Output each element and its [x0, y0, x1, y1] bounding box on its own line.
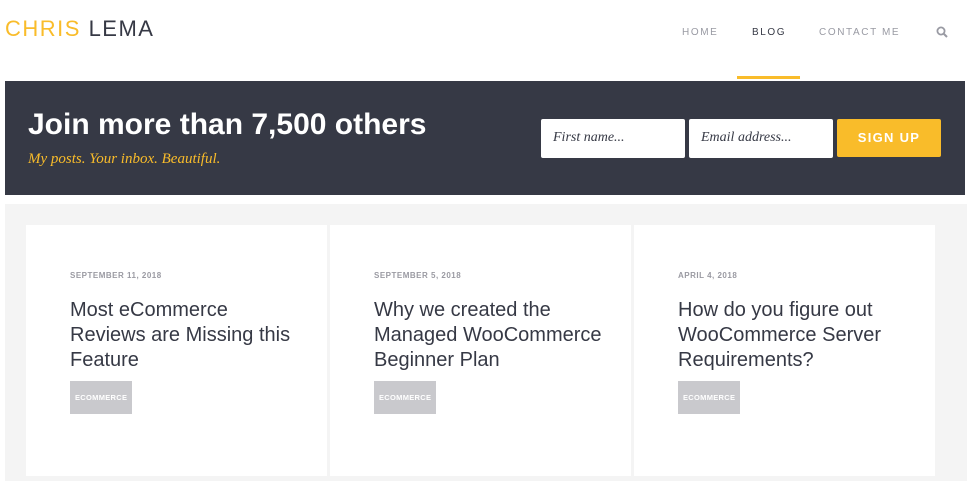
banner-title: Join more than 7,500 others — [28, 108, 427, 141]
post-card[interactable]: APRIL 4, 2018 How do you figure out WooC… — [634, 225, 935, 476]
nav-blog[interactable]: BLOG — [752, 27, 786, 38]
logo-last: LEMA — [80, 16, 155, 41]
nav-contact[interactable]: CONTACT ME — [819, 27, 900, 38]
active-nav-indicator — [737, 76, 800, 79]
signup-button[interactable]: SIGN UP — [837, 119, 941, 157]
post-date: SEPTEMBER 11, 2018 — [70, 271, 162, 280]
banner-subtitle: My posts. Your inbox. Beautiful. — [28, 151, 221, 167]
post-date: SEPTEMBER 5, 2018 — [374, 271, 462, 280]
email-input[interactable]: Email address... — [689, 119, 833, 158]
newsletter-banner: Join more than 7,500 others My posts. Yo… — [5, 81, 965, 195]
post-tag[interactable]: ECOMMERCE — [678, 381, 741, 414]
post-card[interactable]: SEPTEMBER 11, 2018 Most eCommerce Review… — [26, 225, 327, 476]
post-tag[interactable]: ECOMMERCE — [70, 381, 133, 414]
logo-first: CHRIS — [5, 16, 81, 41]
post-title[interactable]: Why we created the Managed WooCommerce B… — [374, 298, 604, 373]
post-title[interactable]: How do you figure out WooCommerce Server… — [678, 298, 908, 373]
site-logo[interactable]: CHRIS LEMA — [5, 16, 154, 42]
post-grid: SEPTEMBER 11, 2018 Most eCommerce Review… — [5, 204, 967, 481]
nav-home[interactable]: HOME — [682, 27, 718, 38]
post-tag[interactable]: ECOMMERCE — [374, 381, 437, 414]
post-date: APRIL 4, 2018 — [678, 271, 738, 280]
post-card[interactable]: SEPTEMBER 5, 2018 Why we created the Man… — [330, 225, 631, 476]
search-icon[interactable] — [936, 26, 948, 38]
post-title[interactable]: Most eCommerce Reviews are Missing this … — [70, 298, 300, 373]
first-name-input[interactable]: First name... — [541, 119, 685, 158]
